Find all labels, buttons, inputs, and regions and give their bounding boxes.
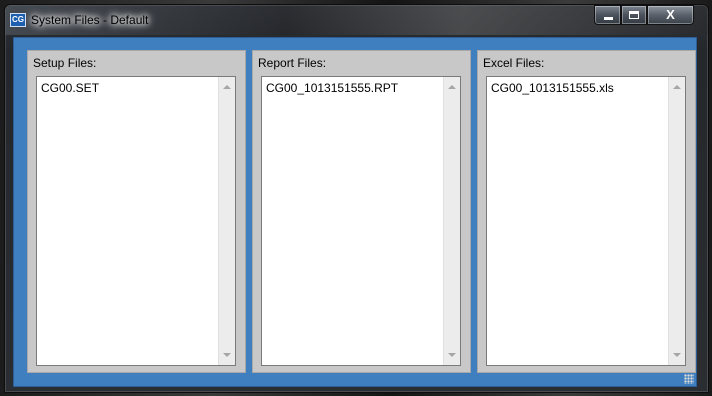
maximize-button[interactable] — [621, 5, 647, 25]
setup-files-scrollbar[interactable] — [218, 77, 235, 365]
maximize-icon — [629, 11, 639, 19]
close-button[interactable]: X — [647, 5, 694, 25]
close-icon: X — [666, 7, 675, 22]
app-logo-icon: CG — [10, 13, 26, 27]
scroll-down-arrow-icon[interactable] — [223, 353, 231, 357]
list-item[interactable]: CG00.SET — [41, 81, 99, 95]
title-bar[interactable]: CG System Files - Default X — [5, 5, 708, 35]
client-area: Setup Files: CG00.SET Report Files: CG00… — [13, 37, 697, 387]
scroll-up-arrow-icon[interactable] — [448, 85, 456, 89]
minimize-button[interactable] — [594, 5, 621, 25]
scroll-up-arrow-icon[interactable] — [223, 85, 231, 89]
report-files-panel: Report Files: CG00_1013151555.RPT — [252, 50, 471, 373]
report-files-list[interactable]: CG00_1013151555.RPT — [261, 76, 461, 366]
excel-files-label: Excel Files: — [483, 56, 545, 70]
setup-files-panel: Setup Files: CG00.SET — [27, 50, 246, 373]
scroll-down-arrow-icon[interactable] — [673, 353, 681, 357]
excel-files-list[interactable]: CG00_1013151555.xls — [486, 76, 686, 366]
excel-files-panel: Excel Files: CG00_1013151555.xls — [477, 50, 696, 373]
list-item[interactable]: CG00_1013151555.xls — [491, 81, 614, 95]
setup-files-label: Setup Files: — [33, 56, 97, 70]
report-files-label: Report Files: — [258, 56, 327, 70]
minimize-icon — [604, 17, 613, 20]
excel-files-scrollbar[interactable] — [668, 77, 685, 365]
scroll-up-arrow-icon[interactable] — [673, 85, 681, 89]
setup-files-list[interactable]: CG00.SET — [36, 76, 236, 366]
resize-grip-icon[interactable] — [684, 374, 694, 384]
report-files-scrollbar[interactable] — [443, 77, 460, 365]
window-title: System Files - Default — [31, 13, 149, 27]
scroll-down-arrow-icon[interactable] — [448, 353, 456, 357]
list-item[interactable]: CG00_1013151555.RPT — [266, 81, 398, 95]
system-files-window: CG System Files - Default X Setup Files:… — [4, 4, 709, 393]
